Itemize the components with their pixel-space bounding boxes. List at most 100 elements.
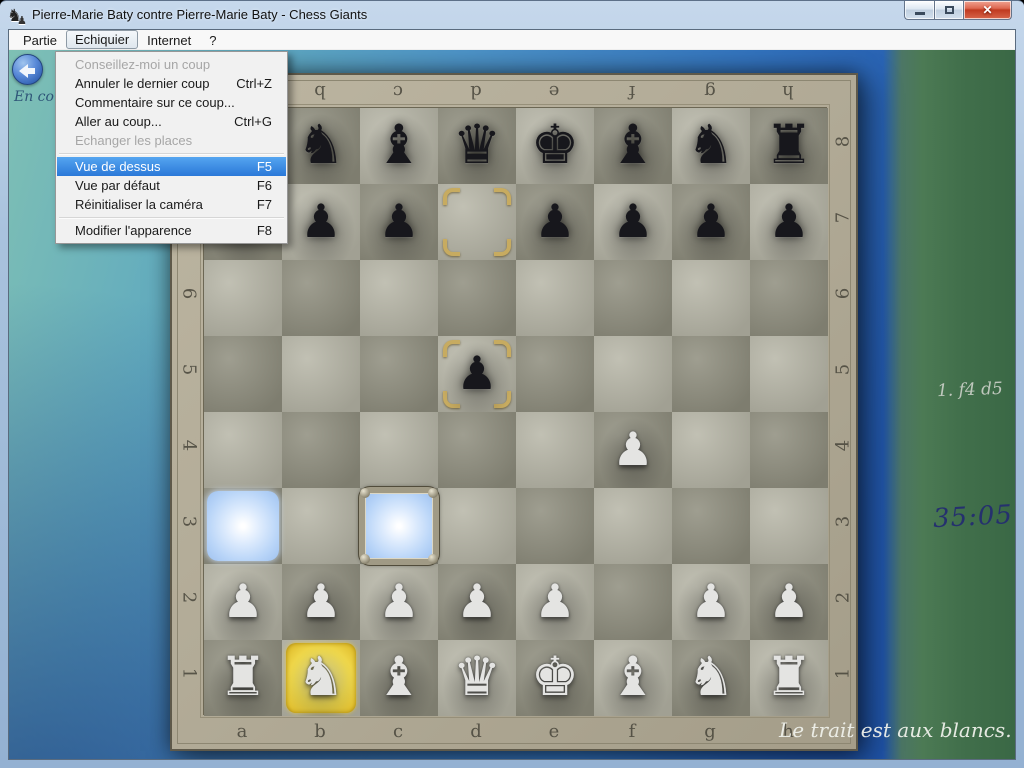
context-menu-item-commentaire-sur-ce-coup[interactable]: Commentaire sur ce coup... <box>57 93 286 112</box>
white-bishop-f1[interactable]: ♝ <box>594 640 672 716</box>
square-h5[interactable] <box>750 336 828 412</box>
square-h4[interactable] <box>750 412 828 488</box>
square-texture <box>594 488 672 564</box>
file-label-top-g: g <box>671 81 749 102</box>
context-menu-item-vue-par-d-faut[interactable]: Vue par défautF6 <box>57 176 286 195</box>
overlay-clock: 35:05 <box>932 500 1013 534</box>
white-pawn-c2[interactable]: ♟ <box>360 564 438 640</box>
back-button[interactable] <box>12 54 43 85</box>
square-d4[interactable] <box>438 412 516 488</box>
square-d6[interactable] <box>438 260 516 336</box>
black-queen-d8[interactable]: ♛ <box>438 108 516 184</box>
black-pawn-f7[interactable]: ♟ <box>594 184 672 260</box>
white-pawn-b2[interactable]: ♟ <box>282 564 360 640</box>
context-menu-item-aller-au-coup[interactable]: Aller au coup...Ctrl+G <box>57 112 286 131</box>
black-pawn-h7[interactable]: ♟ <box>750 184 828 260</box>
menu-item-shortcut: F8 <box>257 223 272 238</box>
square-c4[interactable] <box>360 412 438 488</box>
minimize-button[interactable] <box>904 1 934 20</box>
close-button[interactable]: ✕ <box>964 1 1012 20</box>
black-pawn-g7[interactable]: ♟ <box>672 184 750 260</box>
white-rook-h1[interactable]: ♜ <box>750 640 828 716</box>
black-bishop-f8[interactable]: ♝ <box>594 108 672 184</box>
white-rook-a1[interactable]: ♜ <box>204 640 282 716</box>
square-f6[interactable] <box>594 260 672 336</box>
square-c5[interactable] <box>360 336 438 412</box>
square-e4[interactable] <box>516 412 594 488</box>
square-f5[interactable] <box>594 336 672 412</box>
black-pawn-d5[interactable]: ♟ <box>438 336 516 412</box>
context-menu-item-r-initialiser-la-cam-ra[interactable]: Réinitialiser la caméraF7 <box>57 195 286 214</box>
white-pawn-a2[interactable]: ♟ <box>204 564 282 640</box>
black-rook-h8[interactable]: ♜ <box>750 108 828 184</box>
square-b5[interactable] <box>282 336 360 412</box>
menu-item-shortcut: Ctrl+G <box>234 114 272 129</box>
menubar-item-echiquier[interactable]: Echiquier <box>66 30 138 49</box>
menu-item-shortcut: F6 <box>257 178 272 193</box>
rank-label-left-1: 1 <box>179 661 200 687</box>
square-a6[interactable] <box>204 260 282 336</box>
rank-label-right-1: 1 <box>833 661 854 687</box>
square-h3[interactable] <box>750 488 828 564</box>
white-pawn-d2[interactable]: ♟ <box>438 564 516 640</box>
menu-item-shortcut: Ctrl+Z <box>236 76 272 91</box>
square-g6[interactable] <box>672 260 750 336</box>
maximize-button[interactable] <box>934 1 964 20</box>
white-queen-d1[interactable]: ♛ <box>438 640 516 716</box>
menu-item-label: Annuler le dernier coup <box>75 76 218 91</box>
black-knight-g8[interactable]: ♞ <box>672 108 750 184</box>
square-texture <box>204 260 282 336</box>
white-pawn-g2[interactable]: ♟ <box>672 564 750 640</box>
white-pawn-e2[interactable]: ♟ <box>516 564 594 640</box>
square-a5[interactable] <box>204 336 282 412</box>
last-move-corner-marker <box>443 239 460 256</box>
context-menu-item-vue-de-dessus[interactable]: Vue de dessusF5 <box>57 157 286 176</box>
square-e6[interactable] <box>516 260 594 336</box>
square-texture <box>282 412 360 488</box>
white-knight-b1[interactable]: ♞ <box>282 640 360 716</box>
square-f3[interactable] <box>594 488 672 564</box>
title-bar[interactable]: ♞♟ Pierre-Marie Baty contre Pierre-Marie… <box>0 1 1024 29</box>
square-texture <box>672 260 750 336</box>
black-pawn-b7[interactable]: ♟ <box>282 184 360 260</box>
square-b4[interactable] <box>282 412 360 488</box>
square-texture <box>516 488 594 564</box>
square-d3[interactable] <box>438 488 516 564</box>
menubar-item-internet[interactable]: Internet <box>138 30 200 49</box>
context-menu-item-annuler-le-dernier-coup[interactable]: Annuler le dernier coup Ctrl+Z <box>57 74 286 93</box>
black-pawn-e7[interactable]: ♟ <box>516 184 594 260</box>
white-pawn-f4[interactable]: ♟ <box>594 412 672 488</box>
white-bishop-c1[interactable]: ♝ <box>360 640 438 716</box>
black-knight-b8[interactable]: ♞ <box>282 108 360 184</box>
square-b6[interactable] <box>282 260 360 336</box>
square-h6[interactable] <box>750 260 828 336</box>
menu-separator <box>59 153 284 154</box>
menu-item-label: Réinitialiser la caméra <box>75 197 239 212</box>
rank-label-right-8: 8 <box>833 129 854 155</box>
context-menu-item-modifier-l-apparence[interactable]: Modifier l'apparenceF8 <box>57 221 286 240</box>
rank-label-right-6: 6 <box>833 281 854 307</box>
black-pawn-c7[interactable]: ♟ <box>360 184 438 260</box>
white-knight-g1[interactable]: ♞ <box>672 640 750 716</box>
square-texture <box>672 412 750 488</box>
file-label-top-e: e <box>515 81 593 102</box>
square-texture <box>594 336 672 412</box>
square-b3[interactable] <box>282 488 360 564</box>
square-f2[interactable] <box>594 564 672 640</box>
square-e3[interactable] <box>516 488 594 564</box>
white-pawn-h2[interactable]: ♟ <box>750 564 828 640</box>
menubar-item-partie[interactable]: Partie <box>14 30 66 49</box>
square-c6[interactable] <box>360 260 438 336</box>
black-bishop-c8[interactable]: ♝ <box>360 108 438 184</box>
white-king-e1[interactable]: ♚ <box>516 640 594 716</box>
menubar-item-item[interactable]: ? <box>200 30 225 49</box>
square-texture <box>594 564 672 640</box>
square-g5[interactable] <box>672 336 750 412</box>
rank-label-left-3: 3 <box>179 509 200 535</box>
square-g4[interactable] <box>672 412 750 488</box>
square-g3[interactable] <box>672 488 750 564</box>
square-texture <box>672 488 750 564</box>
square-e5[interactable] <box>516 336 594 412</box>
square-a4[interactable] <box>204 412 282 488</box>
black-king-e8[interactable]: ♚ <box>516 108 594 184</box>
